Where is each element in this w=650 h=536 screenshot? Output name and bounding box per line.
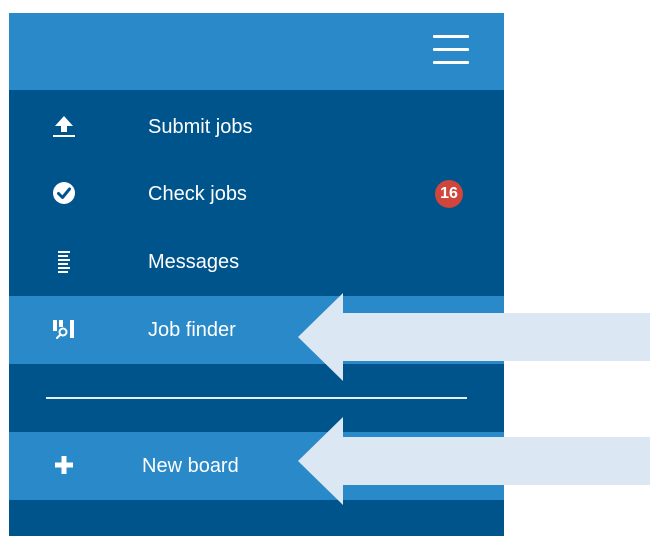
check-circle-icon (53, 182, 75, 204)
hamburger-menu-icon[interactable] (433, 33, 469, 65)
pointer-arrow (298, 417, 650, 505)
messages-icon (58, 251, 70, 273)
sidebar-item-messages[interactable]: Messages (9, 228, 504, 296)
pointer-arrow (298, 293, 650, 381)
plus-icon (55, 456, 73, 474)
sidebar-item-submit-jobs[interactable]: Submit jobs (9, 93, 504, 161)
sidebar-item-label: Check jobs (148, 183, 247, 205)
hamburger-line (433, 48, 469, 51)
sidebar-item-check-jobs[interactable]: Check jobs 16 (9, 160, 504, 228)
sidebar-item-label: Submit jobs (148, 116, 253, 138)
upload-icon (53, 116, 75, 137)
drawer-header (9, 13, 504, 90)
sidebar-item-label: Job finder (148, 319, 236, 341)
divider (46, 397, 467, 399)
sidebar-item-label: Messages (148, 251, 240, 273)
sidebar-item-label: New board (142, 455, 239, 477)
hamburger-line (433, 61, 469, 64)
hamburger-line (433, 35, 469, 38)
notification-badge: 16 (435, 180, 463, 208)
job-finder-icon (53, 320, 74, 339)
